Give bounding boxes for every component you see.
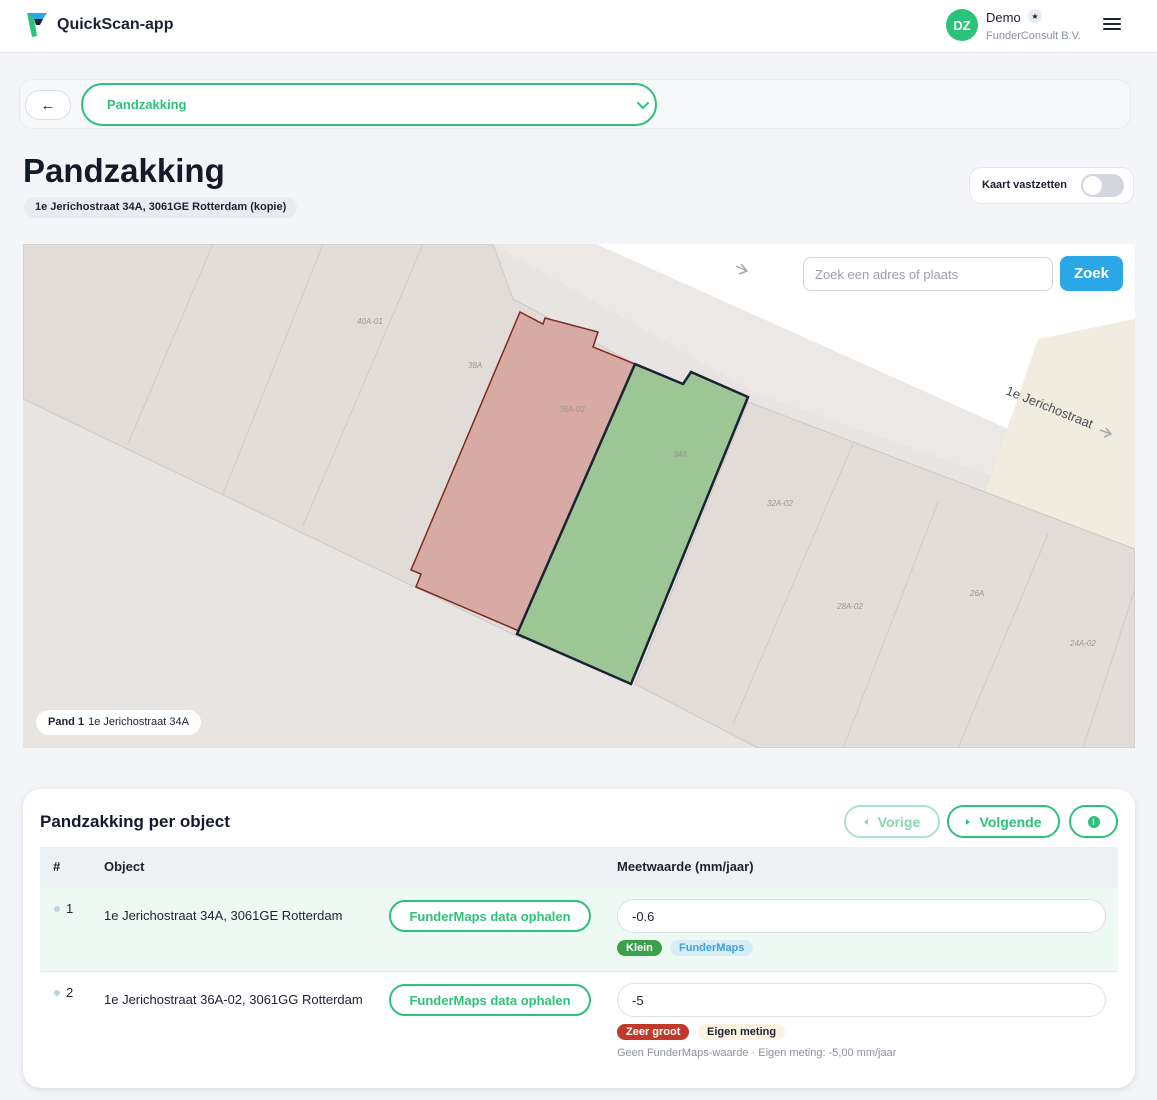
info-button[interactable]: i [1069, 805, 1118, 838]
map-view[interactable]: 1e Jerichostraat 40A-01 38A 36A-02 34A 3… [23, 244, 1135, 748]
row-number: 1 [66, 901, 74, 916]
table-row: 1 1e Jerichostraat 34A, 3061GE Rotterdam… [40, 888, 1118, 972]
map-canvas: 1e Jerichostraat 40A-01 38A 36A-02 34A 3… [23, 244, 1135, 748]
chip-building-address: 1e Jerichostraat 34A [88, 716, 189, 728]
selected-building-chip: Pand 1 1e Jerichostraat 34A [36, 710, 201, 735]
module-select[interactable]: Pandzakking [81, 83, 657, 126]
parcel-label: 36A-02 [559, 405, 585, 414]
status-dot-icon [54, 906, 60, 912]
address-badge: 1e Jerichostraat 34A, 3061GE Rotterdam (… [24, 197, 298, 218]
card-title: Pandzakking per object [40, 812, 230, 831]
status-dot-icon [54, 990, 60, 996]
object-address: 1e Jerichostraat 36A-02, 3061GG Rotterda… [104, 992, 363, 1007]
hamburger-menu-icon[interactable] [1103, 18, 1121, 32]
severity-badge: Zeer groot [617, 1024, 690, 1040]
measurement-input[interactable] [617, 983, 1106, 1017]
table-header: # Object Meetwaarde (mm/jaar) [40, 847, 1118, 888]
column-header-object: Object [104, 859, 145, 874]
parcel-label: 32A-02 [767, 499, 793, 508]
source-badge: FunderMaps [670, 940, 754, 956]
quickscan-logo-icon [27, 13, 47, 37]
map-search-input[interactable] [803, 257, 1053, 291]
chevron-down-icon [637, 102, 649, 110]
column-header-value: Meetwaarde (mm/jaar) [617, 859, 754, 874]
module-select-value: Pandzakking [107, 97, 187, 112]
parcel-label: 24A-02 [1069, 639, 1096, 648]
parcel-label: 26A [969, 589, 984, 598]
arrow-left-icon [863, 818, 868, 825]
chip-building-number: Pand 1 [48, 716, 85, 728]
page-title: Pandzakking [23, 152, 225, 189]
previous-label: Vorige [877, 813, 921, 830]
measurement-note: Geen FunderMaps-waarde · Eigen meting: -… [617, 1047, 897, 1059]
measurement-card: Pandzakking per object Vorige Volgende i… [23, 789, 1135, 1088]
next-button[interactable]: Volgende [947, 805, 1060, 838]
user-organization: FunderConsult B.V. [986, 30, 1081, 42]
page-navigation: ← Pandzakking [19, 79, 1131, 129]
top-bar: QuickScan-app DZ Demo ★ FunderConsult B.… [0, 0, 1157, 53]
previous-button[interactable]: Vorige [844, 805, 940, 838]
map-lock-toggle[interactable] [1081, 174, 1124, 197]
measurement-input[interactable] [617, 899, 1106, 933]
app-brand: QuickScan-app [57, 16, 174, 33]
parcel-label: 34A [673, 450, 687, 459]
column-header-number: # [53, 859, 61, 874]
fetch-fundermaps-button[interactable]: FunderMaps data ophalen [389, 984, 591, 1016]
parcel-label: 40A-01 [357, 317, 383, 326]
avatar[interactable]: DZ [946, 9, 978, 41]
table-row: 2 1e Jerichostraat 36A-02, 3061GG Rotter… [40, 972, 1118, 1064]
back-button[interactable]: ← [25, 90, 71, 120]
info-icon: i [1087, 815, 1100, 828]
map-search-button[interactable]: Zoek [1060, 256, 1123, 291]
verified-badge-icon: ★ [1028, 9, 1042, 23]
parcel-label: 28A-02 [836, 602, 863, 611]
parcel-label: 38A [468, 361, 482, 370]
row-number: 2 [66, 985, 74, 1000]
next-label: Volgende [979, 813, 1042, 830]
toggle-knob [1083, 176, 1102, 195]
severity-badge: Klein [617, 940, 662, 956]
map-lock-control: Kaart vastzetten [969, 167, 1134, 204]
source-badge: Eigen meting [698, 1024, 786, 1040]
arrow-right-icon [965, 818, 970, 825]
object-address: 1e Jerichostraat 34A, 3061GE Rotterdam [104, 908, 343, 923]
map-lock-label: Kaart vastzetten [982, 179, 1067, 191]
fetch-fundermaps-button[interactable]: FunderMaps data ophalen [389, 900, 591, 932]
user-name: Demo [986, 10, 1021, 25]
